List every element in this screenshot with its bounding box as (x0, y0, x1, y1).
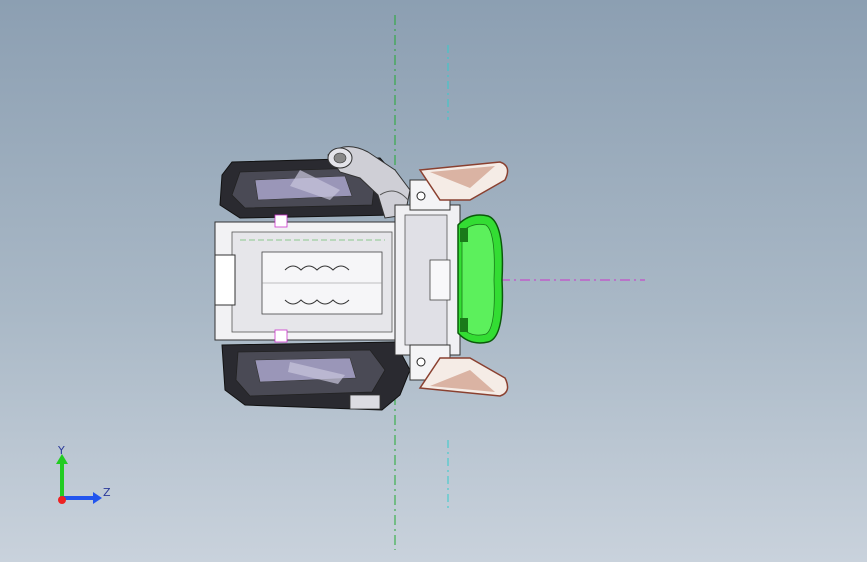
graphics-viewport[interactable]: Y Z (0, 0, 867, 562)
model-scene[interactable] (0, 0, 867, 562)
center-frame[interactable] (214, 214, 411, 343)
orientation-triad (40, 440, 120, 520)
selected-part-highlight[interactable] (457, 214, 504, 344)
z-axis-label: Z (103, 486, 111, 499)
mounting-brackets[interactable] (394, 177, 461, 381)
lower-housing[interactable] (221, 341, 411, 411)
x-axis-dot (58, 496, 66, 504)
y-axis-label: Y (58, 444, 65, 457)
